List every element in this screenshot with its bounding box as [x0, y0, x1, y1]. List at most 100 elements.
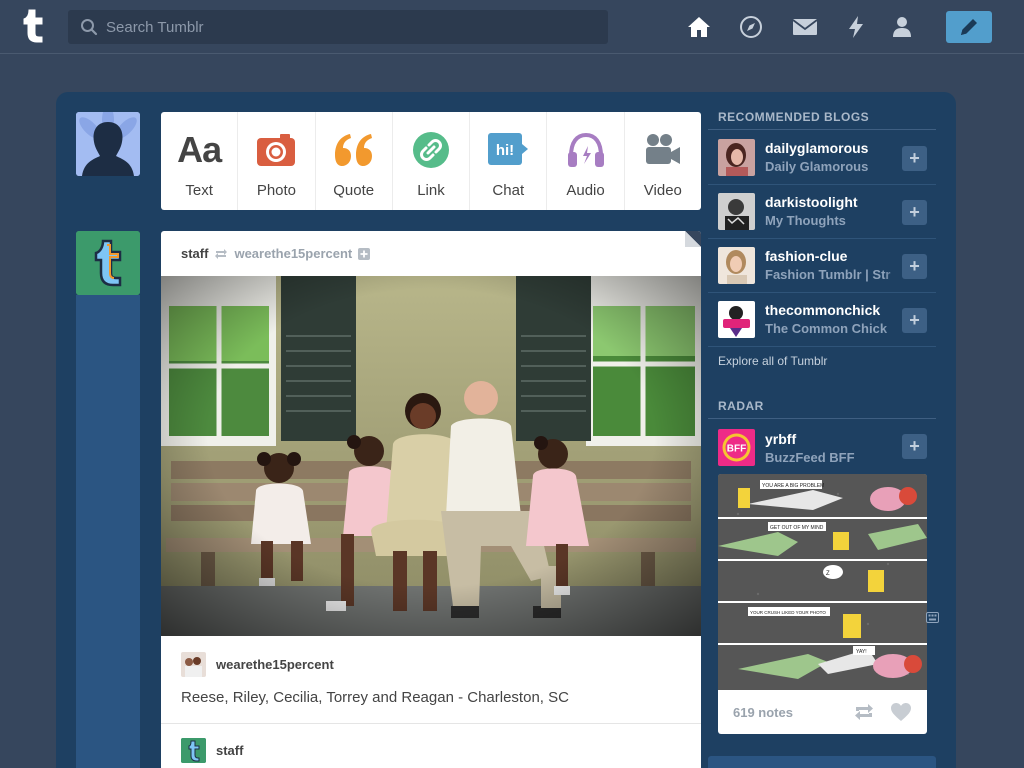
- explore-all-link[interactable]: Explore all of Tumblr: [718, 354, 827, 368]
- chat-badge-text: hi!: [496, 142, 514, 159]
- blog-avatar[interactable]: [718, 139, 755, 176]
- fashion-clue-avatar-icon: [718, 247, 755, 284]
- my-avatar[interactable]: [76, 112, 140, 176]
- recommended-blog-item[interactable]: thecommonchick The Common Chick +: [708, 293, 936, 347]
- post-type-video[interactable]: Video: [625, 112, 701, 210]
- post-type-link[interactable]: Link: [393, 112, 471, 210]
- follow-button[interactable]: +: [902, 200, 927, 225]
- search-icon: [81, 19, 98, 36]
- search-input[interactable]: [106, 10, 596, 44]
- dashboard-post: staff wearethe15percent wearethe15percen…: [161, 231, 701, 768]
- post-type-photo[interactable]: Photo: [238, 112, 316, 210]
- post-type-label: Photo: [256, 182, 297, 199]
- radar-comic-image[interactable]: YOU ARE A BIG PROBLEM GET OUT OF MY MIND…: [718, 474, 927, 690]
- post-type-label: Chat: [492, 182, 525, 199]
- post-type-bar: Aa Text Photo Quote Link hi! Chat Audio …: [161, 112, 701, 210]
- blog-avatar[interactable]: [718, 301, 755, 338]
- radar-blog-item[interactable]: BFF yrbff BuzzFeed BFF +: [708, 422, 936, 474]
- post-header: staff wearethe15percent: [181, 246, 371, 261]
- home-button[interactable]: [686, 14, 712, 40]
- post-divider: [161, 723, 701, 724]
- tumblr-logo-icon[interactable]: [16, 7, 50, 45]
- follow-button[interactable]: +: [902, 254, 927, 279]
- recommended-blog-item[interactable]: fashion-clue Fashion Tumblr | Str +: [708, 239, 936, 293]
- staff-avatar[interactable]: [76, 231, 140, 295]
- blog-avatar[interactable]: [718, 193, 755, 230]
- blog-title: Daily Glamorous: [765, 159, 869, 174]
- keyboard-shortcuts-icon[interactable]: [926, 611, 939, 624]
- post-caption: Reese, Riley, Cecilia, Torrey and Reagan…: [181, 689, 569, 706]
- blog-avatar[interactable]: [718, 247, 755, 284]
- follow-button[interactable]: +: [902, 146, 927, 171]
- comic-line-3: Z: [826, 571, 830, 577]
- blog-name[interactable]: yrbff: [765, 431, 900, 447]
- headphones-icon: [567, 132, 604, 167]
- blog-title: BuzzFeed BFF: [765, 450, 855, 465]
- post-type-audio[interactable]: Audio: [547, 112, 625, 210]
- comic-strip-image: YOU ARE A BIG PROBLEM GET OUT OF MY MIND…: [718, 474, 927, 690]
- pencil-icon: [961, 19, 977, 35]
- quote-icon: [334, 134, 372, 166]
- caption-author-name[interactable]: wearethe15percent: [216, 657, 334, 672]
- post-type-quote[interactable]: Quote: [316, 112, 393, 210]
- reblog-icon: [215, 248, 228, 259]
- blog-name[interactable]: fashion-clue: [765, 248, 900, 264]
- caption-author[interactable]: wearethe15percent: [181, 652, 334, 677]
- heart-icon: [891, 703, 911, 721]
- reblogger-name[interactable]: staff: [216, 743, 243, 758]
- camera-icon: [257, 134, 296, 166]
- activity-button[interactable]: [843, 14, 869, 40]
- notes-count[interactable]: 619 notes: [733, 705, 793, 720]
- reblog-button[interactable]: [853, 702, 875, 727]
- recommended-blog-item[interactable]: darkistoolight My Thoughts +: [708, 185, 936, 239]
- blog-title: The Common Chick: [765, 321, 888, 336]
- compose-button[interactable]: [946, 11, 992, 43]
- fade-overlay: [883, 135, 903, 181]
- post-photo[interactable]: [161, 276, 701, 636]
- explore-icon: [740, 16, 762, 38]
- search-box[interactable]: [68, 10, 608, 44]
- account-icon: [893, 17, 911, 37]
- dailyglamorous-avatar-icon: [718, 139, 755, 176]
- explore-button[interactable]: [738, 14, 764, 40]
- comic-line-5: YAY!: [856, 649, 867, 655]
- follow-button[interactable]: +: [902, 308, 927, 333]
- family-photo-image: [161, 276, 701, 636]
- follow-button[interactable]: +: [902, 434, 927, 459]
- account-button[interactable]: [889, 14, 915, 40]
- blog-avatar[interactable]: BFF: [718, 429, 755, 466]
- post-type-label: Quote: [333, 182, 375, 199]
- yrbff-avatar-icon: BFF: [718, 429, 755, 466]
- home-icon: [688, 17, 710, 37]
- inbox-button[interactable]: [792, 14, 818, 40]
- post-type-chat[interactable]: hi! Chat: [470, 112, 548, 210]
- follow-small-icon[interactable]: [358, 247, 371, 260]
- comic-line-2: GET OUT OF MY MIND: [770, 525, 824, 531]
- reblogger-avatar[interactable]: [181, 738, 206, 763]
- top-navigation-bar: [0, 0, 1024, 54]
- text-icon: Aa: [177, 129, 222, 170]
- reblog-icon: [855, 704, 873, 720]
- blog-name[interactable]: darkistoolight: [765, 194, 900, 210]
- blog-title: Fashion Tumblr | Str: [765, 267, 891, 282]
- thecommonchick-avatar-icon: [718, 301, 755, 338]
- darkistoolight-avatar-icon: [718, 193, 755, 230]
- staff-logo-icon: [76, 231, 140, 295]
- video-camera-icon: [645, 134, 680, 164]
- recommended-blog-item[interactable]: dailyglamorous Daily Glamorous +: [708, 131, 936, 185]
- caption-author-avatar[interactable]: [181, 652, 206, 677]
- sidebar-divider: [708, 129, 936, 130]
- yrbff-avatar-text: BFF: [727, 444, 746, 455]
- like-button[interactable]: [890, 702, 912, 727]
- reblogger[interactable]: staff: [181, 738, 243, 763]
- post-owner-link[interactable]: staff: [181, 246, 208, 261]
- family-avatar-icon: [181, 652, 206, 677]
- blog-title: My Thoughts: [765, 213, 846, 228]
- blog-name[interactable]: dailyglamorous: [765, 140, 900, 156]
- reblog-source-link[interactable]: wearethe15percent: [234, 246, 352, 261]
- post-type-label: Audio: [566, 182, 605, 199]
- blog-name[interactable]: thecommonchick: [765, 302, 900, 318]
- recommended-blogs-heading: RECOMMENDED BLOGS: [718, 110, 870, 124]
- staff-mini-logo-icon: [181, 738, 206, 763]
- post-type-text[interactable]: Aa Text: [161, 112, 239, 210]
